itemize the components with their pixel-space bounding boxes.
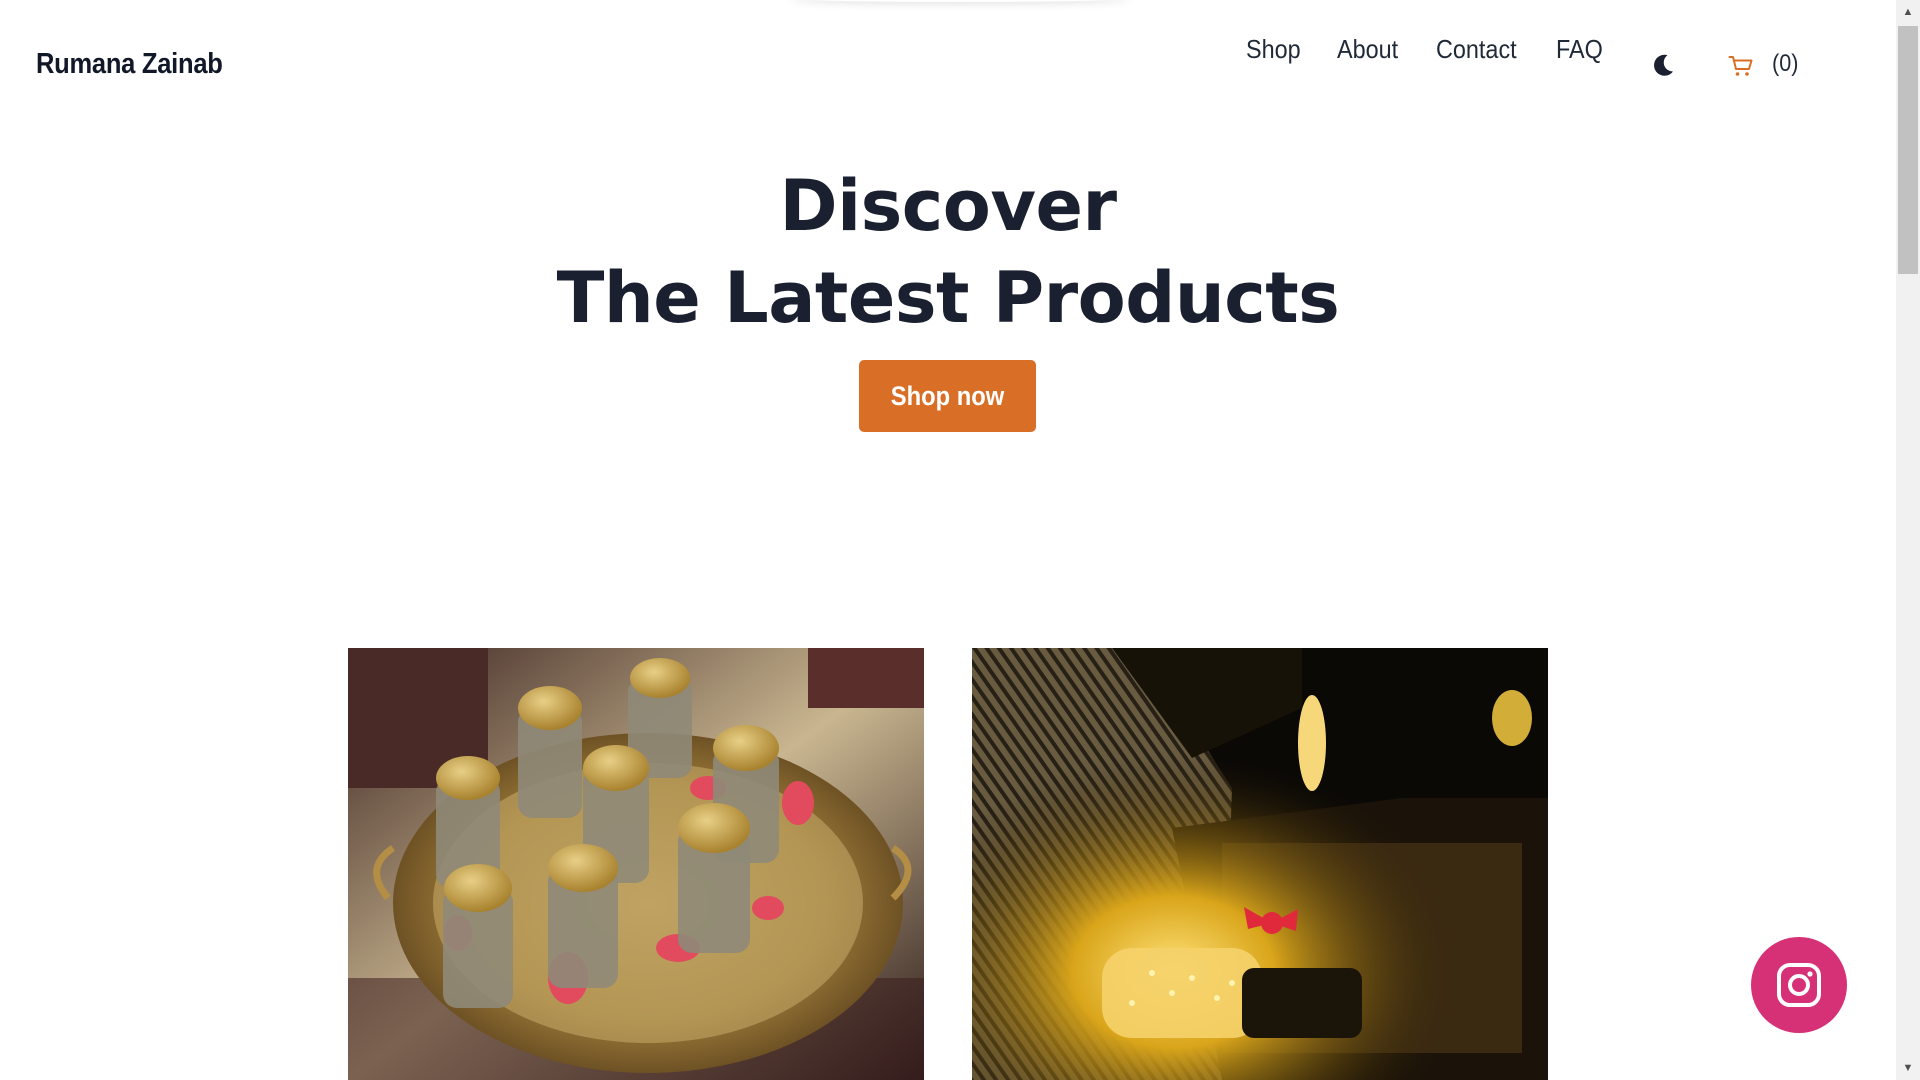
nav-contact[interactable]: Contact	[1436, 34, 1517, 65]
shop-now-button[interactable]: Shop now	[859, 360, 1036, 432]
instagram-icon	[1777, 963, 1821, 1007]
instagram-button[interactable]	[1751, 937, 1847, 1033]
scrollbar-thumb[interactable]	[1898, 26, 1918, 274]
nav-shop[interactable]: Shop	[1246, 34, 1301, 65]
cart-count[interactable]: (0)	[1772, 50, 1798, 78]
hero-section: Discover The Latest Products	[0, 160, 1896, 344]
nav-about[interactable]: About	[1337, 34, 1398, 65]
brand-logo[interactable]: Rumana Zainab	[36, 48, 223, 81]
hero-title-line2: The Latest Products	[556, 257, 1340, 339]
shop-now-label: Shop now	[890, 380, 1005, 411]
product-image-gift-box[interactable]	[972, 648, 1548, 1080]
scroll-down-arrow-icon[interactable]: ▼	[1896, 1056, 1920, 1080]
moon-icon[interactable]	[1650, 52, 1676, 78]
top-shadow	[790, 0, 1130, 2]
product-image-jars[interactable]	[348, 648, 924, 1080]
nav-faq[interactable]: FAQ	[1556, 34, 1603, 65]
scroll-up-arrow-icon[interactable]: ▲	[1896, 0, 1920, 24]
hero-title-line1: Discover	[779, 165, 1117, 247]
cart-icon[interactable]	[1728, 54, 1754, 78]
